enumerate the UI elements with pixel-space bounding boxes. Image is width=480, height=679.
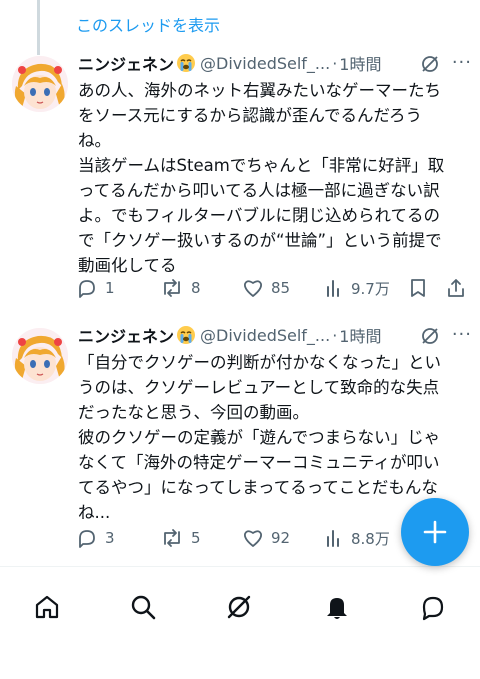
nav-notifications[interactable] [322, 592, 352, 622]
views-count: 8.8万 [351, 529, 390, 548]
grok-icon [227, 595, 251, 619]
thread-connector-line [37, 0, 40, 55]
home-icon [35, 595, 59, 619]
share-icon [448, 279, 464, 297]
more-options-icon[interactable]: ··· [452, 324, 472, 345]
reply-button[interactable]: 3 [76, 527, 115, 549]
retweet-count: 5 [191, 529, 201, 547]
timestamp[interactable]: 1時間 [339, 51, 381, 75]
separator-dot: · [332, 53, 338, 73]
share-button[interactable] [446, 277, 466, 299]
retweet-count: 8 [191, 279, 201, 297]
bookmark-button[interactable] [408, 277, 428, 299]
retweet-icon [164, 279, 180, 297]
timeline-page: このスレッドを表示 ニンジェネン @DividedSelf_... · 1時間 … [0, 0, 480, 679]
tweet-text: 「自分でクソゲーの判断が付かなくなった」とい うのは、クソゲーレビュアーとして致… [78, 350, 470, 525]
views-button[interactable]: 8.8万 [324, 527, 390, 549]
author-handle[interactable]: @DividedSelf_... [200, 54, 330, 73]
divider [0, 566, 480, 567]
tweet-header: ニンジェネン @DividedSelf_... · 1時間 [78, 322, 470, 348]
show-thread-link[interactable]: このスレッドを表示 [76, 12, 220, 36]
tweet-text-line: 彼のクソゲーの定義が「遊んでつまらない」じゃ [78, 428, 441, 447]
bookmark-icon [411, 279, 425, 297]
like-button[interactable]: 85 [242, 277, 290, 299]
crying-face-emoji-icon [176, 53, 196, 73]
views-chart-icon [327, 280, 339, 297]
tweet-text: あの人、海外のネット右翼みたいなゲーマーたち をソース元にするから認識が歪んでる… [78, 78, 470, 278]
tweet-header: ニンジェネン @DividedSelf_... · 1時間 [78, 50, 470, 76]
author-name[interactable]: ニンジェネン [78, 51, 174, 75]
views-count: 9.7万 [351, 279, 390, 298]
like-count: 92 [271, 529, 291, 547]
tweet-text-line: なくて「海外の特定ゲーマーコミュニティが叩い [78, 453, 440, 472]
nav-search[interactable] [128, 592, 158, 622]
views-button[interactable]: 9.7万 [324, 277, 390, 299]
avatar[interactable] [12, 56, 68, 112]
notifications-bell-icon [327, 598, 347, 619]
tweet-text-line: うのは、クソゲーレビュアーとして致命的な失点 [78, 378, 440, 397]
tweet-text-line: よ。でもフィルターバブルに閉じ込められてるの [78, 206, 441, 225]
messages-icon [422, 596, 444, 621]
tweet-text-line: ね。 [78, 131, 111, 150]
tweet-text-line: 当該ゲームはSteamでちゃんと「非常に好評」取 [78, 156, 445, 175]
search-icon [131, 595, 156, 620]
reply-count: 3 [105, 529, 115, 547]
reply-icon [79, 280, 95, 298]
bottom-navigation [0, 576, 480, 646]
tweet-text-line: あの人、海外のネット右翼みたいなゲーマーたち [78, 81, 441, 100]
plus-icon [423, 520, 447, 544]
author-name[interactable]: ニンジェネン [78, 323, 174, 347]
retweet-icon [164, 529, 180, 547]
tweet-text-line: ってるんだから叩いてる人は極一部に過ぎない訳 [78, 181, 440, 200]
views-chart-icon [327, 530, 339, 547]
heart-icon [244, 530, 262, 547]
more-options-icon[interactable]: ··· [452, 52, 472, 73]
tweet-text-line: をソース元にするから認識が歪んでるんだろう [78, 106, 423, 125]
nav-messages[interactable] [418, 592, 448, 622]
retweet-button[interactable]: 8 [160, 277, 201, 299]
avatar[interactable] [12, 328, 68, 384]
author-handle[interactable]: @DividedSelf_... [200, 326, 330, 345]
retweet-button[interactable]: 5 [160, 527, 201, 549]
reply-icon [79, 530, 95, 548]
compose-post-button[interactable] [401, 498, 469, 566]
reply-count: 1 [105, 279, 115, 297]
nav-home[interactable] [32, 592, 62, 622]
separator-dot: · [332, 325, 338, 345]
like-count: 85 [271, 279, 291, 297]
grok-icon[interactable] [420, 54, 440, 78]
tweet-text-line: だったなと思う、今回の動画。 [78, 403, 309, 422]
tweet-actions: 1 8 85 9.7万 [76, 274, 468, 302]
tweet-text-line: てるやつ」になってしまってるってことだもんな [78, 478, 438, 497]
crying-face-emoji-icon [176, 325, 196, 345]
grok-icon[interactable] [420, 326, 440, 350]
like-button[interactable]: 92 [242, 527, 290, 549]
tweet-text-line: で「クソゲー扱いするのが“世論”」という前提で [78, 231, 442, 250]
nav-grok[interactable] [224, 592, 254, 622]
timestamp[interactable]: 1時間 [339, 323, 381, 347]
tweet-text-line: 「自分でクソゲーの判断が付かなくなった」とい [78, 353, 441, 372]
reply-button[interactable]: 1 [76, 277, 115, 299]
heart-icon [244, 280, 262, 297]
